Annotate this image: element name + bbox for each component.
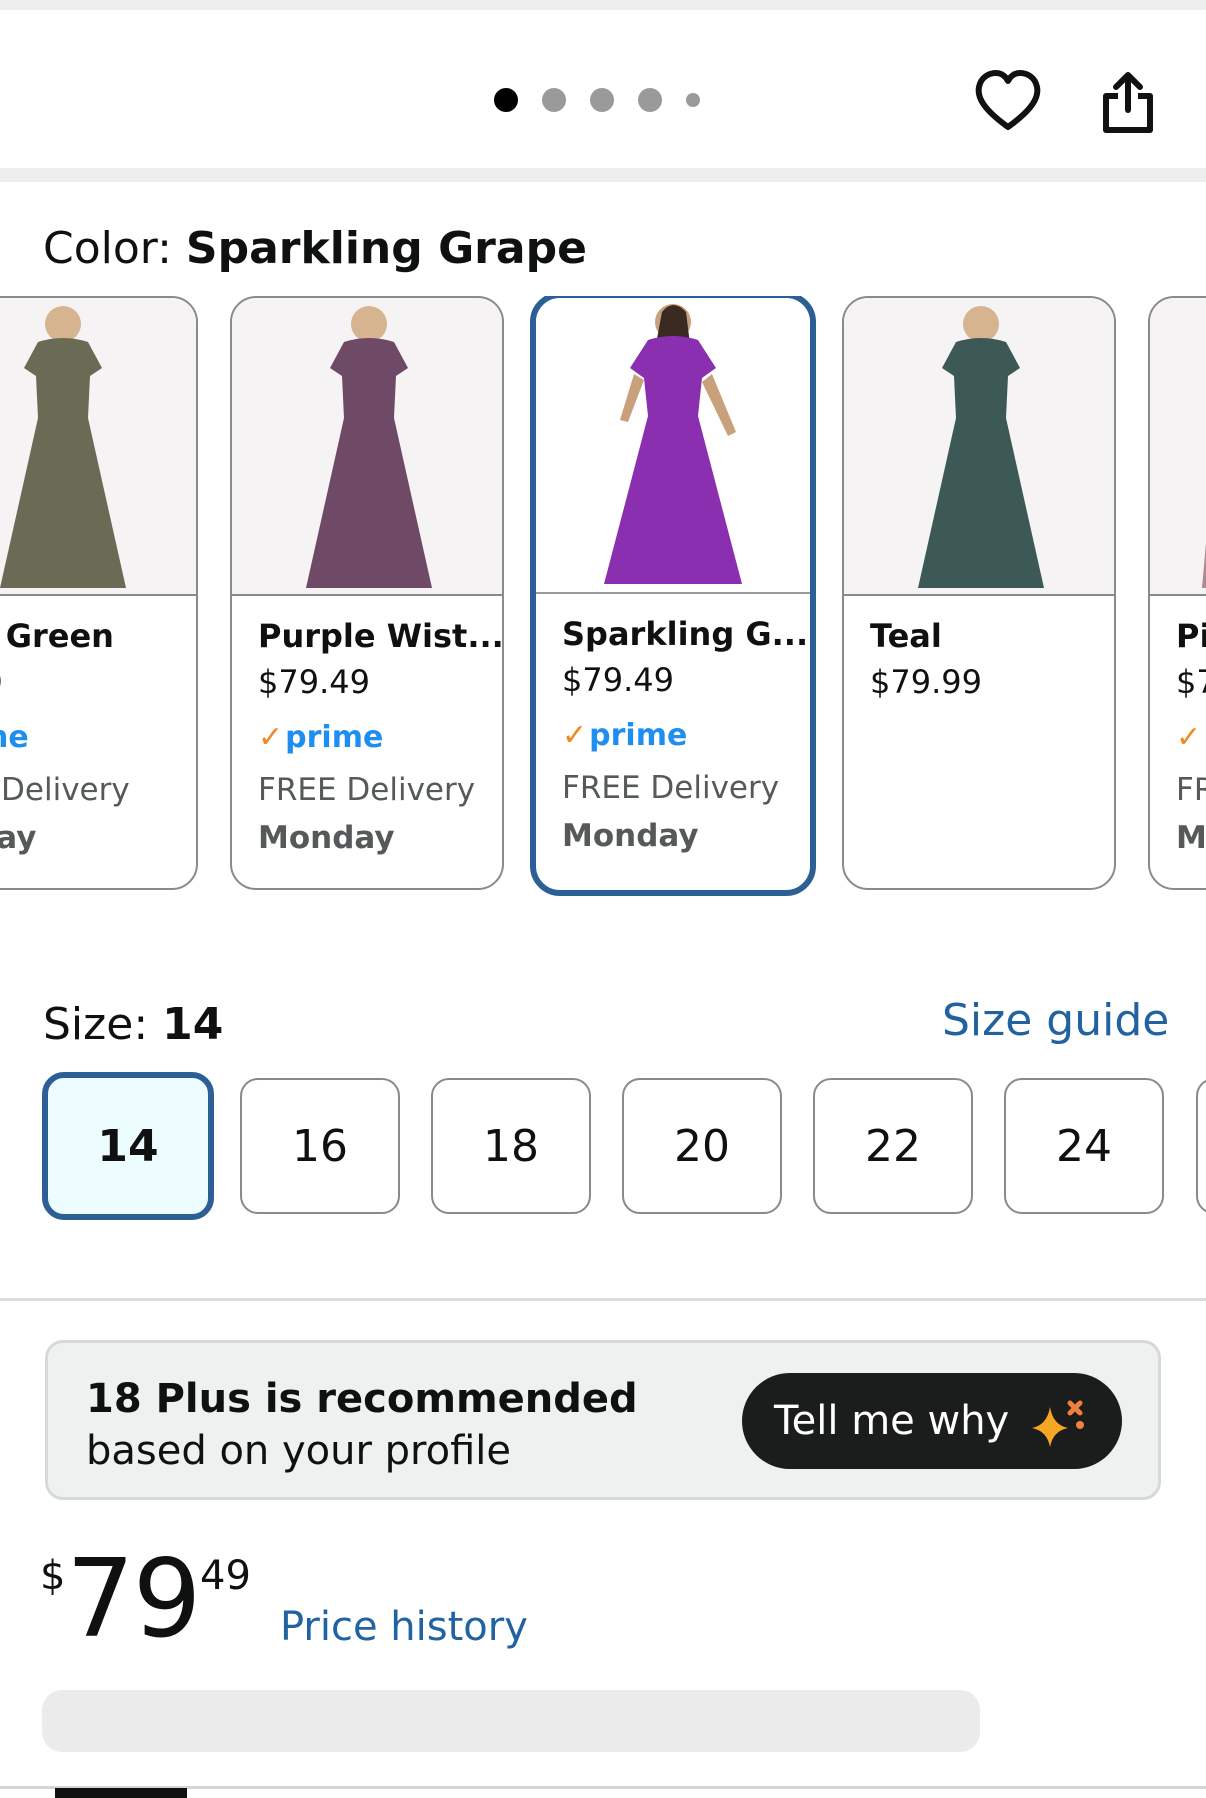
swatch-price: $79.49 [562,661,674,699]
prime-badge: ✓prime [562,708,810,764]
price-currency-symbol: $ [40,1553,66,1599]
size-option-18[interactable]: 18 [431,1078,591,1214]
swatch-delivery-day: M [1176,820,1206,856]
section-separator [0,168,1206,182]
size-option-24[interactable]: 24 [1004,1078,1164,1214]
tell-me-why-button[interactable]: Tell me why [742,1373,1122,1469]
color-swatch-purple-wisteria[interactable]: Purple Wist... $79.49 ✓prime FREE Delive… [230,296,504,890]
selected-color-name: Sparkling Grape [185,223,587,274]
top-strip [0,0,1206,10]
swatch-delivery: FREE Delivery [562,770,780,806]
prime-text: prime [589,718,688,753]
prime-text: rime [0,720,29,755]
pagination-dot[interactable] [542,88,566,112]
image-pagination-dots[interactable] [494,88,700,112]
share-button[interactable] [1096,68,1160,136]
pagination-dot-active[interactable] [494,88,518,112]
color-swatch-pink[interactable]: Pi $7 ✓ FR M [1148,296,1206,890]
pagination-dot-small[interactable] [686,93,700,107]
size-option-20[interactable]: 20 [622,1078,782,1214]
divider [0,1298,1206,1301]
share-icon [1103,72,1153,133]
swatch-price: $79.49 [258,663,370,701]
size-recommendation-card: 18 Plus is recommended based on your pro… [45,1340,1161,1500]
swatch-delivery-day: nday [0,820,37,856]
swatch-delivery: FREE Delivery [258,772,476,808]
swatch-name: ve Green [0,617,114,655]
prime-badge: ✓prime [258,710,502,766]
color-swatch-teal[interactable]: Teal $79.99 [842,296,1116,890]
swatch-image [1150,298,1206,596]
loading-placeholder [42,1690,980,1752]
swatch-image [0,298,196,596]
size-option-14[interactable]: 14 [42,1072,214,1220]
swatch-name: Teal [870,617,942,655]
swatch-image [844,298,1114,596]
size-option-next[interactable] [1196,1078,1206,1214]
swatch-image [536,298,810,594]
price-fraction: 49 [200,1553,251,1599]
swatch-delivery: EE Delivery [0,772,130,808]
prime-check-icon: ✓ [258,720,284,755]
swatch-price: $79.99 [870,663,982,701]
size-options[interactable]: 14 16 18 20 22 24 [0,1072,1206,1222]
size-guide-link[interactable]: Size guide [942,994,1169,1048]
swatch-image [232,298,502,596]
dress-image [1202,543,1206,588]
swatch-delivery: FR [1176,772,1206,808]
swatch-delivery-day: Monday [562,818,699,854]
tell-me-why-label: Tell me why [774,1398,1010,1444]
prime-badge: ✓ [1176,710,1206,766]
price-whole: 79 [66,1537,201,1662]
selected-size: 14 [162,999,224,1050]
swatch-delivery-day: Monday [258,820,395,856]
price-history-link[interactable]: Price history [280,1600,528,1654]
prime-check-icon: ✓ [562,718,588,753]
color-swatch-sparkling-grape-selected[interactable]: Sparkling G... $79.49 ✓prime FREE Delive… [530,296,816,896]
swatch-name: Pi [1176,617,1206,655]
swatch-price: .89 [0,658,196,706]
bottom-tab-indicator [55,1788,187,1798]
prime-text: prime [285,720,384,755]
swatch-name: Sparkling G... [562,615,809,653]
size-label-prefix: Size: [43,999,163,1050]
sparkle-icon [1032,1400,1084,1447]
pagination-dot[interactable] [638,88,662,112]
dress-image [918,306,1044,588]
recommendation-title: 18 Plus is recommended [86,1376,638,1422]
size-option-22[interactable]: 22 [813,1078,973,1214]
color-swatch-olive-green[interactable]: ve Green .89 rime EE Delivery nday [0,296,198,890]
size-label: Size: 14 [43,998,223,1052]
size-option-16[interactable]: 16 [240,1078,400,1214]
recommendation-subtitle: based on your profile [86,1428,511,1474]
dress-image [604,304,742,584]
dress-image [0,306,126,588]
favorite-button[interactable] [970,66,1046,136]
prime-check-icon: ✓ [1176,720,1202,755]
color-label: Color: Sparkling Grape [43,222,587,276]
dress-image [306,306,432,588]
swatch-name: Purple Wist... [258,617,504,655]
pagination-dot[interactable] [590,88,614,112]
swatch-price: $7 [1176,663,1206,701]
prime-badge: rime [0,710,196,766]
color-label-prefix: Color: [43,223,186,274]
color-swatch-carousel[interactable]: ve Green .89 rime EE Delivery nday Purpl… [0,296,1206,896]
heart-icon [975,70,1041,130]
